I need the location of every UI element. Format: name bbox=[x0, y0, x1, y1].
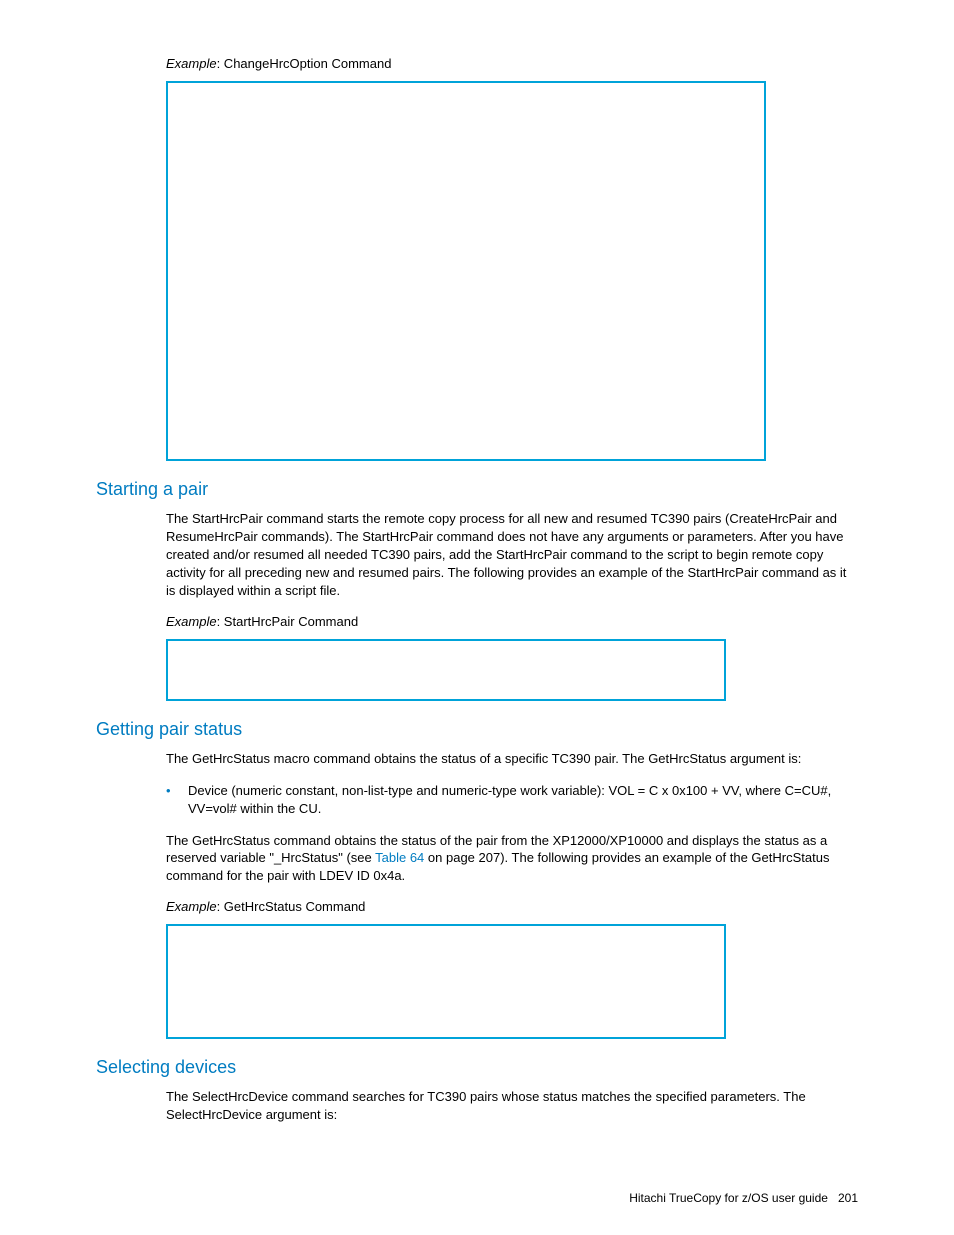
example-prefix-3: Example bbox=[166, 899, 217, 914]
para-getting-pair-status-1: The GetHrcStatus macro command obtains t… bbox=[166, 750, 858, 768]
example-caption-3: Example: GetHrcStatus Command bbox=[166, 899, 858, 914]
list-item: • Device (numeric constant, non-list-typ… bbox=[166, 782, 858, 818]
heading-starting-a-pair: Starting a pair bbox=[96, 479, 858, 500]
code-box-3 bbox=[166, 924, 726, 1039]
example-text-3: : GetHrcStatus Command bbox=[217, 899, 366, 914]
heading-selecting-devices: Selecting devices bbox=[96, 1057, 858, 1078]
bullet-icon: • bbox=[166, 782, 188, 818]
example-prefix-2: Example bbox=[166, 614, 217, 629]
bullet-text: Device (numeric constant, non-list-type … bbox=[188, 782, 858, 818]
para-starting-a-pair: The StartHrcPair command starts the remo… bbox=[166, 510, 858, 600]
example-text-1: : ChangeHrcOption Command bbox=[217, 56, 392, 71]
heading-getting-pair-status: Getting pair status bbox=[96, 719, 858, 740]
link-table-64[interactable]: Table 64 bbox=[375, 850, 424, 865]
code-box-1 bbox=[166, 81, 766, 461]
example-text-2: : StartHrcPair Command bbox=[217, 614, 359, 629]
para-getting-pair-status-2: The GetHrcStatus command obtains the sta… bbox=[166, 832, 858, 886]
bullet-list-1: • Device (numeric constant, non-list-typ… bbox=[166, 782, 858, 818]
example-caption-1: Example: ChangeHrcOption Command bbox=[166, 56, 858, 71]
page-footer: Hitachi TrueCopy for z/OS user guide 201 bbox=[629, 1191, 858, 1205]
example-caption-2: Example: StartHrcPair Command bbox=[166, 614, 858, 629]
footer-title: Hitachi TrueCopy for z/OS user guide bbox=[629, 1191, 828, 1205]
para-selecting-devices: The SelectHrcDevice command searches for… bbox=[166, 1088, 858, 1124]
example-prefix-1: Example bbox=[166, 56, 217, 71]
code-box-2 bbox=[166, 639, 726, 701]
page-number: 201 bbox=[838, 1191, 858, 1205]
